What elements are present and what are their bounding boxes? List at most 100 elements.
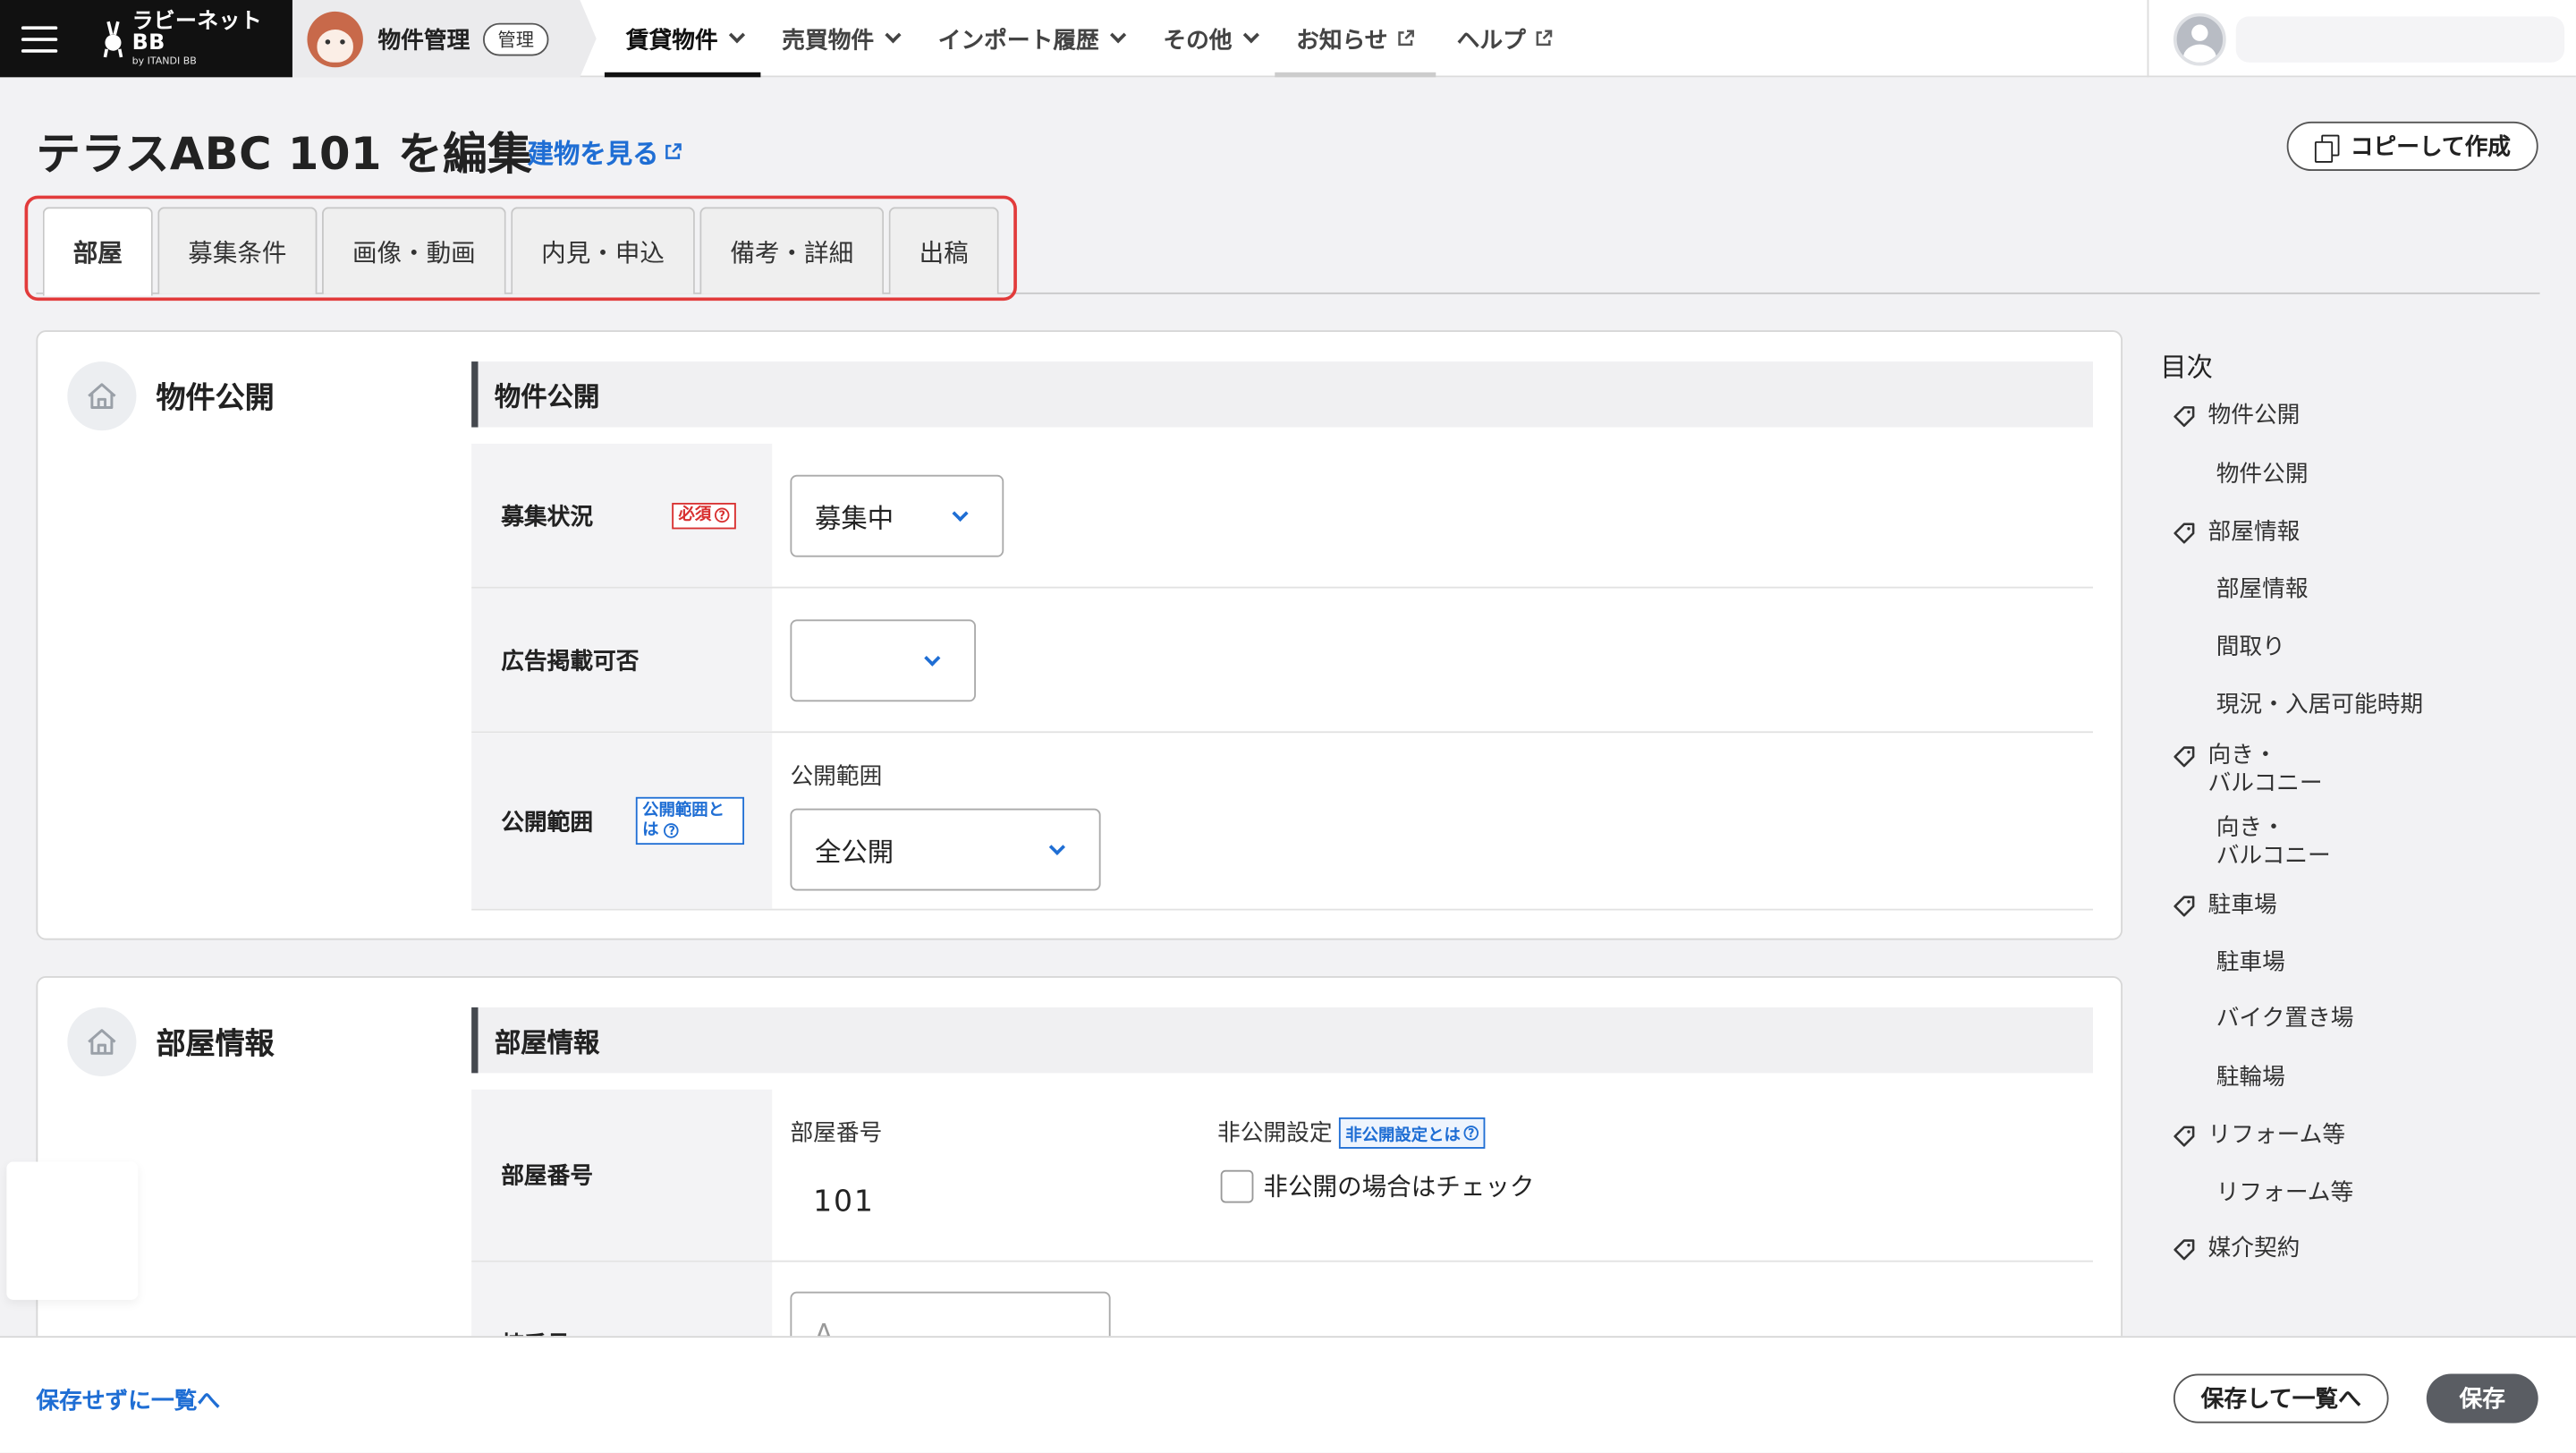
room-number-caption: 部屋番号: [790, 1120, 883, 1148]
toc-item[interactable]: 駐車場: [2216, 950, 2285, 978]
toc-item[interactable]: 駐輪場: [2216, 1065, 2285, 1092]
toc-item[interactable]: 物件公開: [2216, 462, 2309, 489]
tag-icon: [2174, 1126, 2195, 1147]
toc-item[interactable]: 向き・ バルコニー: [2174, 743, 2323, 798]
home-icon: [67, 1007, 137, 1077]
back-without-saving-link[interactable]: 保存せずに一覧へ: [36, 1384, 220, 1417]
home-icon: [67, 361, 137, 431]
nav-import-history[interactable]: インポート履歴: [917, 0, 1142, 77]
nav-help-label: ヘルプ: [1456, 27, 1526, 54]
tab-images-videos[interactable]: 画像・動画: [321, 207, 506, 294]
nav-import-history-label: インポート履歴: [937, 27, 1099, 54]
room-number-value[interactable]: 101: [813, 1185, 875, 1219]
external-link-icon: [1397, 30, 1414, 47]
save-button[interactable]: 保存: [2426, 1373, 2538, 1423]
tag-icon: [2174, 523, 2195, 544]
module-title: 物件管理: [377, 27, 470, 54]
view-building-link[interactable]: 建物を見る: [528, 132, 682, 171]
toc-item-label: 部屋情報: [2207, 519, 2301, 546]
recruit-status-select[interactable]: 募集中: [790, 474, 1004, 557]
tab-viewing-application[interactable]: 内見・申込: [511, 207, 695, 294]
recruit-status-label: 募集状況 必須?: [471, 443, 773, 587]
toc-item[interactable]: リフォーム等: [2216, 1180, 2354, 1208]
nav-sale[interactable]: 売買物件: [760, 0, 916, 77]
nav-sale-label: 売買物件: [782, 27, 875, 54]
chevron-down-icon: [1048, 838, 1066, 855]
toc-item[interactable]: 部屋情報: [2216, 577, 2309, 605]
toc-item[interactable]: 媒介契約: [2174, 1236, 2300, 1263]
nav-help[interactable]: ヘルプ: [1436, 0, 1573, 77]
chevron-down-icon: [952, 505, 969, 523]
nonpublic-setting-caption: 非公開設定 非公開設定とは?: [1217, 1116, 1486, 1149]
toc-item-label: リフォーム等: [2216, 1179, 2354, 1207]
toc-item-label: リフォーム等: [2207, 1122, 2346, 1149]
toc-title: 目次: [2160, 352, 2214, 383]
publish-scope-row: 公開範囲 公開範囲とは ? 公開範囲 全公開: [471, 733, 2093, 911]
section-publish: 物件公開 物件公開 募集状況 必須? 募集中 広告掲載可否 公開範囲 公開範囲と…: [36, 330, 2123, 940]
publish-scope-label: 公開範囲 公開範囲とは ?: [471, 733, 773, 909]
tab-recruit-conditions[interactable]: 募集条件: [157, 207, 318, 294]
section-publish-header: 物件公開: [67, 361, 275, 431]
toc-item[interactable]: リフォーム等: [2174, 1122, 2345, 1150]
nav-other[interactable]: その他: [1142, 0, 1275, 77]
chevron-down-icon: [924, 650, 941, 667]
toc-item[interactable]: 向き・ バルコニー: [2216, 815, 2331, 871]
bear-mascot-icon: [307, 10, 363, 67]
brand-name: ラビーネットBB: [131, 9, 263, 55]
nonpublic-checkbox-row[interactable]: 非公開の場合はチェック: [1220, 1168, 1535, 1203]
user-menu[interactable]: [2147, 0, 2576, 78]
toc-item[interactable]: 駐車場: [2174, 892, 2277, 920]
recruit-status-label-text: 募集状況: [501, 503, 594, 531]
chevron-down-icon: [885, 27, 902, 44]
nav-other-label: その他: [1163, 27, 1233, 54]
toc-item-label: 向き・ バルコニー: [2207, 743, 2323, 797]
tag-icon: [2174, 896, 2195, 917]
toc-item[interactable]: 間取り: [2216, 634, 2285, 662]
toc-item-label: 駐車場: [2207, 892, 2277, 919]
copy-icon: [2314, 133, 2339, 162]
save-and-list-button[interactable]: 保存して一覧へ: [2173, 1373, 2389, 1423]
tab-notes-details[interactable]: 備考・詳細: [699, 207, 885, 294]
publish-scope-select[interactable]: 全公開: [790, 808, 1101, 891]
chevron-down-icon: [1242, 27, 1259, 44]
bottom-action-bar: 保存せずに一覧へ 保存して一覧へ 保存: [0, 1336, 2576, 1453]
section-publish-title: 物件公開: [156, 381, 275, 416]
ad-permission-select[interactable]: [790, 619, 976, 702]
room-info-subsection-heading: 部屋情報: [471, 1007, 2093, 1074]
publish-subsection-heading: 物件公開: [471, 361, 2093, 428]
copy-create-label: コピーして作成: [2350, 134, 2512, 161]
toc-item[interactable]: バイク置き場: [2216, 1006, 2354, 1033]
toc-item-label: 媒介契約: [2207, 1236, 2301, 1262]
required-badge[interactable]: 必須?: [672, 502, 736, 529]
tab-room[interactable]: 部屋: [42, 207, 153, 296]
toc-item[interactable]: 部屋情報: [2174, 519, 2300, 547]
nav-rental[interactable]: 賃貸物件: [604, 0, 761, 78]
menu-icon[interactable]: [21, 25, 57, 52]
nonpublic-checkbox[interactable]: [1220, 1168, 1254, 1202]
publish-scope-help-badge[interactable]: 公開範囲とは ?: [635, 796, 745, 845]
floating-panel: [6, 1161, 139, 1300]
brand-logo[interactable]: ラビーネットBB by ITANDI BB: [99, 11, 292, 66]
help-icon: ?: [1463, 1125, 1479, 1140]
external-link-icon: [665, 142, 682, 158]
required-badge-text: 必須: [678, 505, 712, 523]
page-title: テラスABC 101 を編集: [36, 130, 533, 182]
toc-item-label: 駐車場: [2216, 949, 2285, 976]
user-avatar-icon: [2173, 12, 2226, 65]
toc-item[interactable]: 物件公開: [2174, 403, 2300, 430]
nav-news[interactable]: お知らせ: [1275, 0, 1436, 78]
publish-scope-help-text: 公開範囲とは: [642, 802, 724, 839]
copy-create-button[interactable]: コピーして作成: [2286, 121, 2538, 172]
tag-icon: [2174, 1239, 2195, 1261]
module-switcher[interactable]: 物件管理 管理: [292, 0, 597, 78]
toc-item-label: 駐輪場: [2216, 1065, 2285, 1092]
nonpublic-help-badge[interactable]: 非公開設定とは?: [1338, 1117, 1486, 1148]
tab-publishing[interactable]: 出稿: [888, 207, 999, 294]
nav-news-label: お知らせ: [1296, 27, 1388, 54]
rabbit-logo-icon: [102, 20, 123, 57]
toc-item-label: 部屋情報: [2216, 576, 2309, 604]
recruit-status-row: 募集状況 必須? 募集中: [471, 443, 2093, 589]
module-role-badge: 管理: [482, 21, 549, 55]
toc-item[interactable]: 現況・入居可能時期: [2216, 692, 2423, 719]
help-icon: ?: [714, 507, 730, 523]
